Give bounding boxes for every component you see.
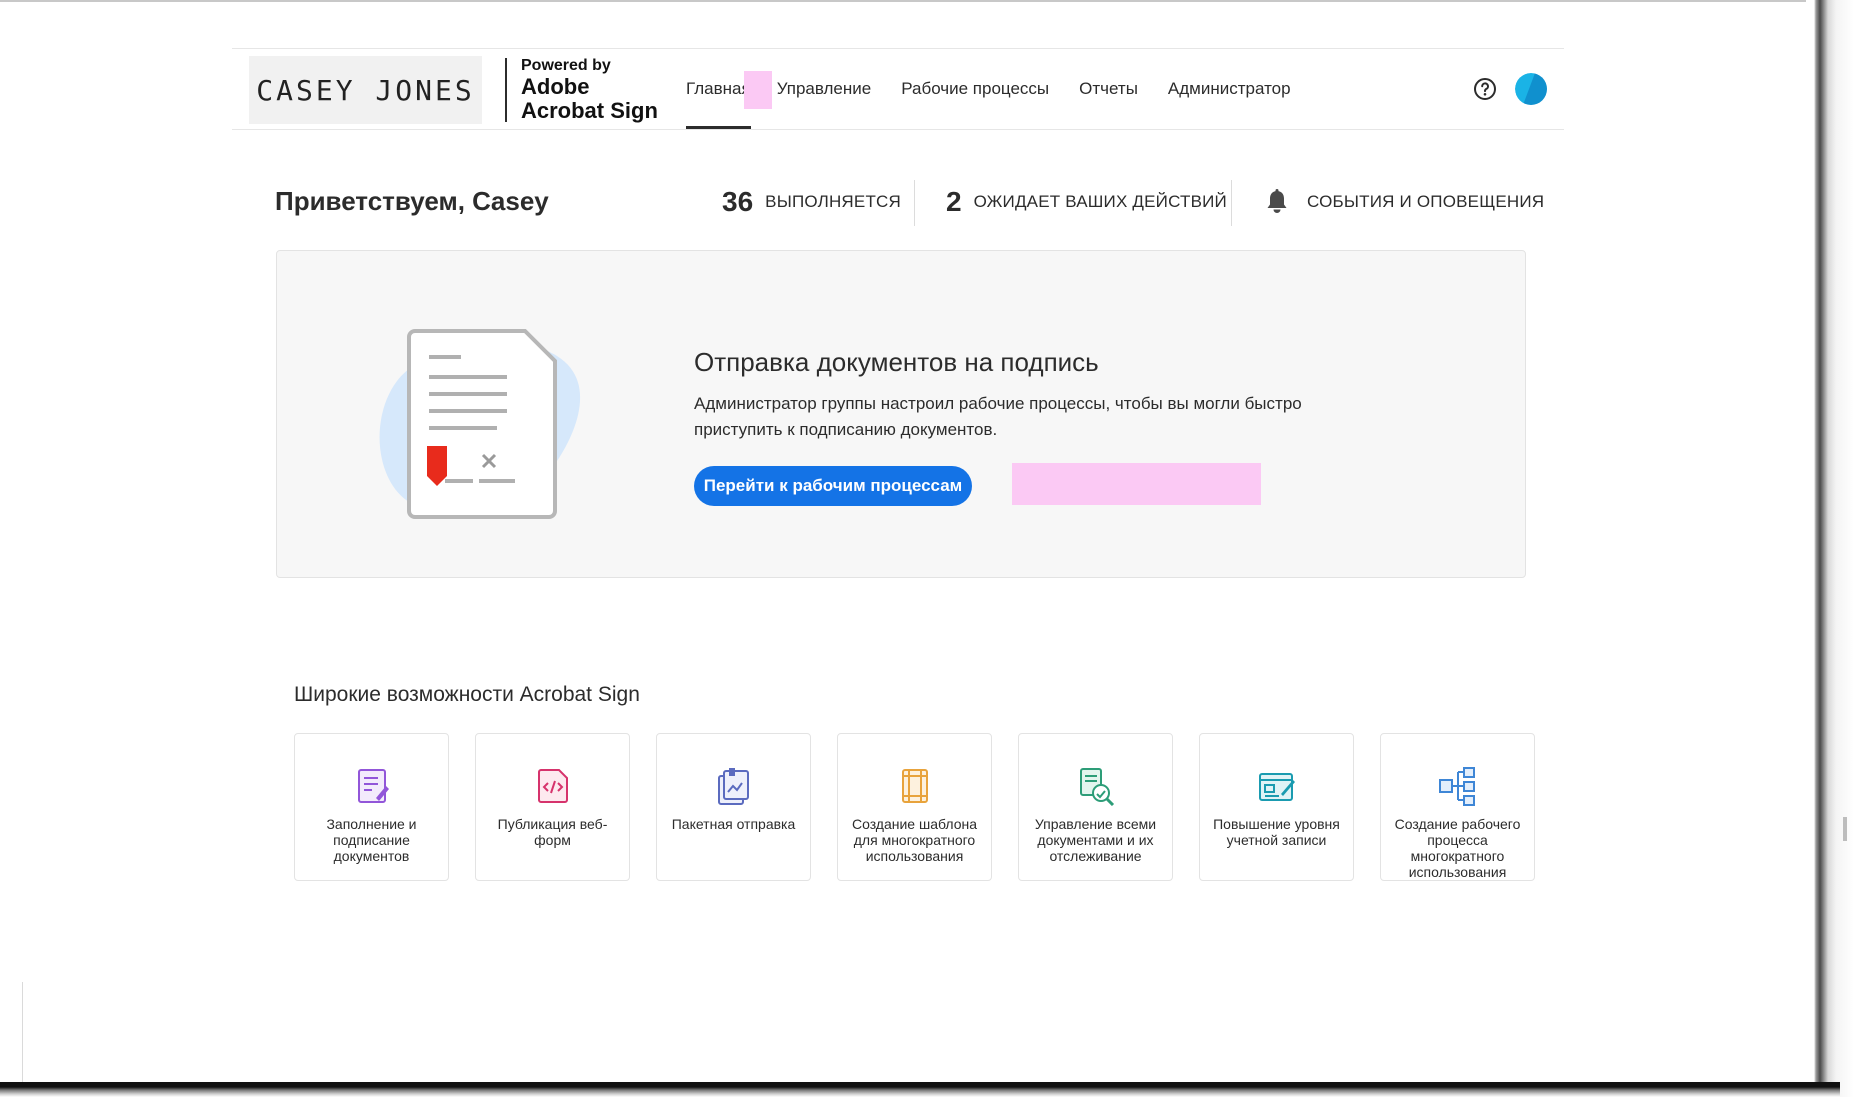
hero-title: Отправка документов на подпись bbox=[694, 347, 1099, 377]
company-logo-text: CASEY JONES bbox=[256, 73, 475, 107]
nav-manage[interactable]: Управление bbox=[777, 49, 872, 129]
scrollbar-thumb[interactable] bbox=[1843, 817, 1847, 841]
in-progress-stat[interactable]: 36 ВЫПОЛНЯЕТСЯ bbox=[722, 180, 901, 224]
window-top-edge bbox=[0, 0, 1854, 2]
waiting-stat[interactable]: 2 ОЖИДАЕТ ВАШИХ ДЕЙСТВИЙ bbox=[946, 180, 1227, 224]
events-label: СОБЫТИЯ И ОПОВЕЩЕНИЯ bbox=[1307, 192, 1545, 211]
welcome-greeting: Приветствуем, Casey bbox=[275, 186, 549, 216]
tile-label: Заполнение и подписание документов bbox=[326, 816, 417, 864]
nav-workflows[interactable]: Рабочие процессы bbox=[901, 49, 1049, 129]
tile-manage-track[interactable]: Управление всеми документами и их отслеж… bbox=[1018, 733, 1173, 881]
waiting-label: ОЖИДАЕТ ВАШИХ ДЕЙСТВИЙ bbox=[973, 192, 1227, 211]
tile-label: Повышение уровня учетной записи bbox=[1213, 816, 1340, 848]
tile-label: Создание рабочего процесса многократного… bbox=[1394, 816, 1521, 880]
tile-workflow[interactable]: Создание рабочего процесса многократного… bbox=[1380, 733, 1535, 881]
tile-template[interactable]: Создание шаблона для многократного испол… bbox=[837, 733, 992, 881]
nav-reports[interactable]: Отчеты bbox=[1079, 49, 1138, 129]
tile-label: Управление всеми документами и их отслеж… bbox=[1034, 816, 1157, 864]
document-illustration bbox=[379, 329, 581, 519]
help-icon[interactable] bbox=[1473, 77, 1497, 101]
manage-track-icon bbox=[1079, 768, 1114, 806]
waiting-count: 2 bbox=[946, 186, 962, 217]
brand-divider bbox=[505, 58, 507, 122]
upgrade-account-icon bbox=[1258, 773, 1295, 801]
bulk-send-icon bbox=[717, 768, 749, 805]
tile-web-form[interactable]: Публикация веб-форм bbox=[475, 733, 630, 881]
feature-tiles: Заполнение и подписание документов Публи… bbox=[294, 733, 1535, 881]
template-icon bbox=[901, 769, 928, 803]
tile-label: Пакетная отправка bbox=[671, 816, 796, 832]
redaction-mark bbox=[1012, 463, 1261, 505]
tile-label: Публикация веб-форм bbox=[497, 816, 608, 848]
stat-divider bbox=[1231, 180, 1232, 226]
avatar-image bbox=[1515, 73, 1547, 105]
brand-acrobat-sign: Acrobat Sign bbox=[521, 98, 658, 123]
adobe-brand: Powered by Adobe Acrobat Sign bbox=[521, 57, 658, 123]
main-nav: Главная Управление Рабочие процессы Отче… bbox=[686, 49, 1321, 129]
stat-divider bbox=[914, 180, 915, 226]
user-avatar[interactable] bbox=[1515, 73, 1547, 105]
brand-adobe: Adobe bbox=[521, 74, 590, 99]
send-for-signature-card: Отправка документов на подпись Администр… bbox=[276, 250, 1526, 578]
redaction-mark bbox=[744, 71, 772, 109]
brand-powered-by: Powered by bbox=[521, 57, 611, 74]
top-header: CASEY JONES Powered by Adobe Acrobat Sig… bbox=[232, 48, 1564, 130]
features-title: Широкие возможности Acrobat Sign bbox=[294, 683, 640, 706]
tile-label: Создание шаблона для многократного испол… bbox=[851, 816, 978, 864]
hero-description: Администратор группы настроил рабочие пр… bbox=[694, 394, 1302, 439]
web-form-icon bbox=[537, 769, 568, 803]
in-progress-count: 36 bbox=[722, 186, 754, 217]
nav-home[interactable]: Главная bbox=[686, 49, 751, 129]
bell-icon bbox=[1267, 189, 1287, 213]
go-to-workflows-button[interactable]: Перейти к рабочим процессам bbox=[694, 466, 972, 506]
workflow-icon bbox=[1438, 767, 1475, 806]
events-stat[interactable]: СОБЫТИЯ И ОПОВЕЩЕНИЯ bbox=[1265, 180, 1544, 224]
window-left-edge bbox=[22, 982, 23, 1082]
company-logo[interactable]: CASEY JONES bbox=[249, 56, 482, 124]
tile-upgrade-account[interactable]: Повышение уровня учетной записи bbox=[1199, 733, 1354, 881]
in-progress-label: ВЫПОЛНЯЕТСЯ bbox=[765, 192, 901, 211]
tile-bulk-send[interactable]: Пакетная отправка bbox=[656, 733, 811, 881]
fill-sign-icon bbox=[357, 769, 389, 803]
window-right-shadow bbox=[1806, 0, 1854, 1097]
nav-admin[interactable]: Администратор bbox=[1168, 49, 1291, 129]
tile-fill-sign[interactable]: Заполнение и подписание документов bbox=[294, 733, 449, 881]
window-bottom-shadow bbox=[0, 1082, 1840, 1097]
